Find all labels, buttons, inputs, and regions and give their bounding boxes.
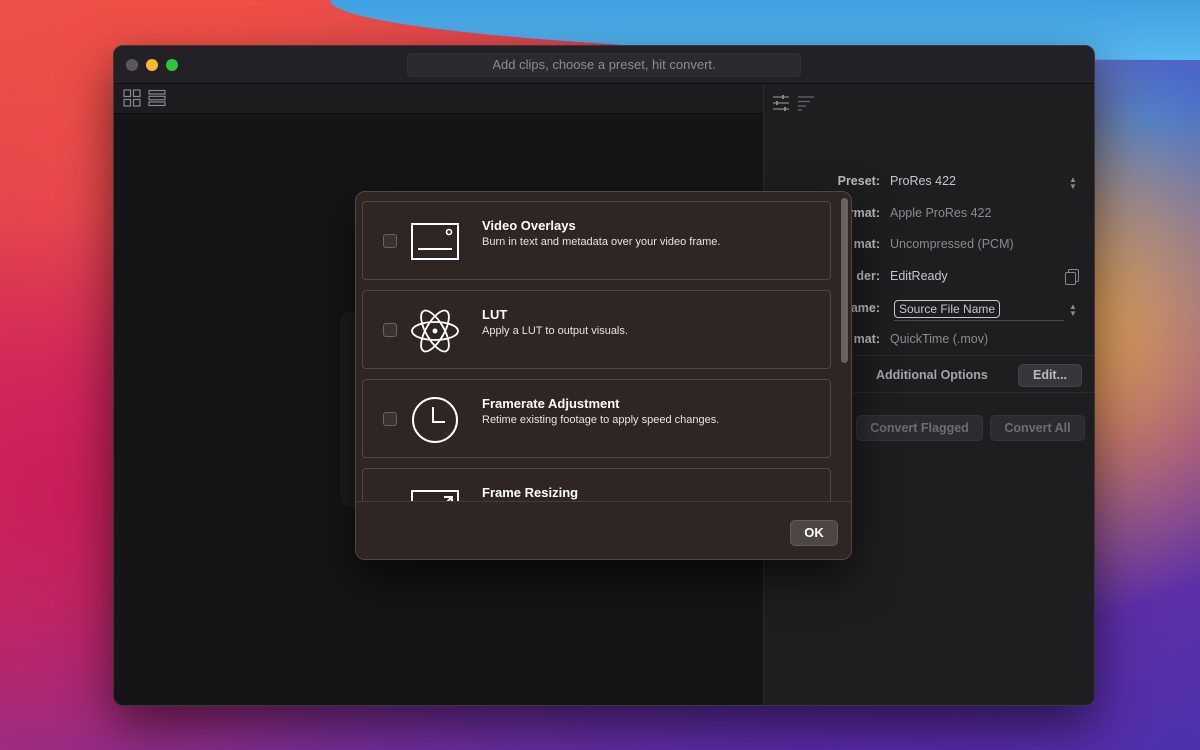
filename-label: ame:	[850, 301, 880, 315]
lut-checkbox[interactable]	[383, 323, 397, 337]
sliders-icon[interactable]	[772, 94, 790, 112]
convert-all-button[interactable]: Convert All	[990, 415, 1085, 441]
filename-token-field[interactable]: Source File Name	[894, 299, 1064, 321]
option-card-video-overlays[interactable]: Video Overlays Burn in text and metadata…	[362, 201, 831, 280]
ok-button[interactable]: OK	[790, 520, 838, 546]
folder-value: EditReady	[890, 269, 948, 283]
sheet-scrollbar[interactable]	[841, 198, 848, 363]
title-bar: Add clips, choose a preset, hit convert.	[114, 46, 1094, 84]
option-title: LUT	[482, 307, 508, 322]
window-title-hint: Add clips, choose a preset, hit convert.	[407, 53, 801, 77]
framerate-checkbox[interactable]	[383, 412, 397, 426]
sheet-footer: OK	[356, 501, 851, 559]
option-card-framerate[interactable]: Framerate Adjustment Retime existing foo…	[362, 379, 831, 458]
video-overlays-checkbox[interactable]	[383, 234, 397, 248]
resize-icon	[411, 490, 459, 501]
additional-options-sheet: Video Overlays Burn in text and metadata…	[355, 191, 852, 560]
audio-format-label: mat:	[853, 237, 880, 251]
filename-token[interactable]: Source File Name	[894, 300, 1001, 318]
list-view-icon[interactable]	[148, 89, 166, 107]
option-card-lut[interactable]: LUT Apply a LUT to output visuals.	[362, 290, 831, 369]
video-format-value: Apple ProRes 422	[890, 206, 992, 220]
atom-icon	[411, 309, 459, 353]
video-overlay-icon	[411, 223, 459, 260]
option-title: Framerate Adjustment	[482, 396, 620, 411]
filename-stepper-icon[interactable]: ▲ ▼	[1069, 303, 1077, 318]
zoom-window-button[interactable]	[166, 59, 178, 71]
option-card-frame-resizing[interactable]: Frame Resizing	[362, 468, 831, 501]
container-label: mat:	[853, 332, 880, 346]
option-description: Burn in text and metadata over your vide…	[482, 236, 721, 248]
close-window-button[interactable]	[126, 59, 138, 71]
option-description: Apply a LUT to output visuals.	[482, 325, 628, 337]
option-title: Frame Resizing	[482, 485, 579, 500]
folder-label: der:	[856, 269, 880, 283]
preset-label: Preset:	[837, 174, 880, 188]
options-scroll-area[interactable]: Video Overlays Burn in text and metadata…	[356, 192, 851, 501]
minimize-window-button[interactable]	[146, 59, 158, 71]
preset-popup[interactable]: ProRes 422	[890, 174, 956, 188]
convert-flagged-button[interactable]: Convert Flagged	[856, 415, 983, 441]
audio-format-value: Uncompressed (PCM)	[890, 237, 1014, 251]
additional-options-label: Additional Options	[876, 368, 988, 382]
option-title: Video Overlays	[482, 218, 576, 233]
sort-lines-icon[interactable]	[797, 94, 815, 112]
grid-view-icon[interactable]	[123, 89, 141, 107]
clock-icon	[412, 397, 458, 443]
preset-stepper-icon[interactable]: ▲ ▼	[1069, 176, 1077, 191]
option-description: Retime existing footage to apply speed c…	[482, 414, 720, 426]
copy-folder-icon[interactable]	[1065, 269, 1079, 285]
container-value: QuickTime (.mov)	[890, 332, 989, 346]
edit-options-button[interactable]: Edit...	[1018, 364, 1082, 387]
clip-toolbar	[114, 84, 764, 114]
